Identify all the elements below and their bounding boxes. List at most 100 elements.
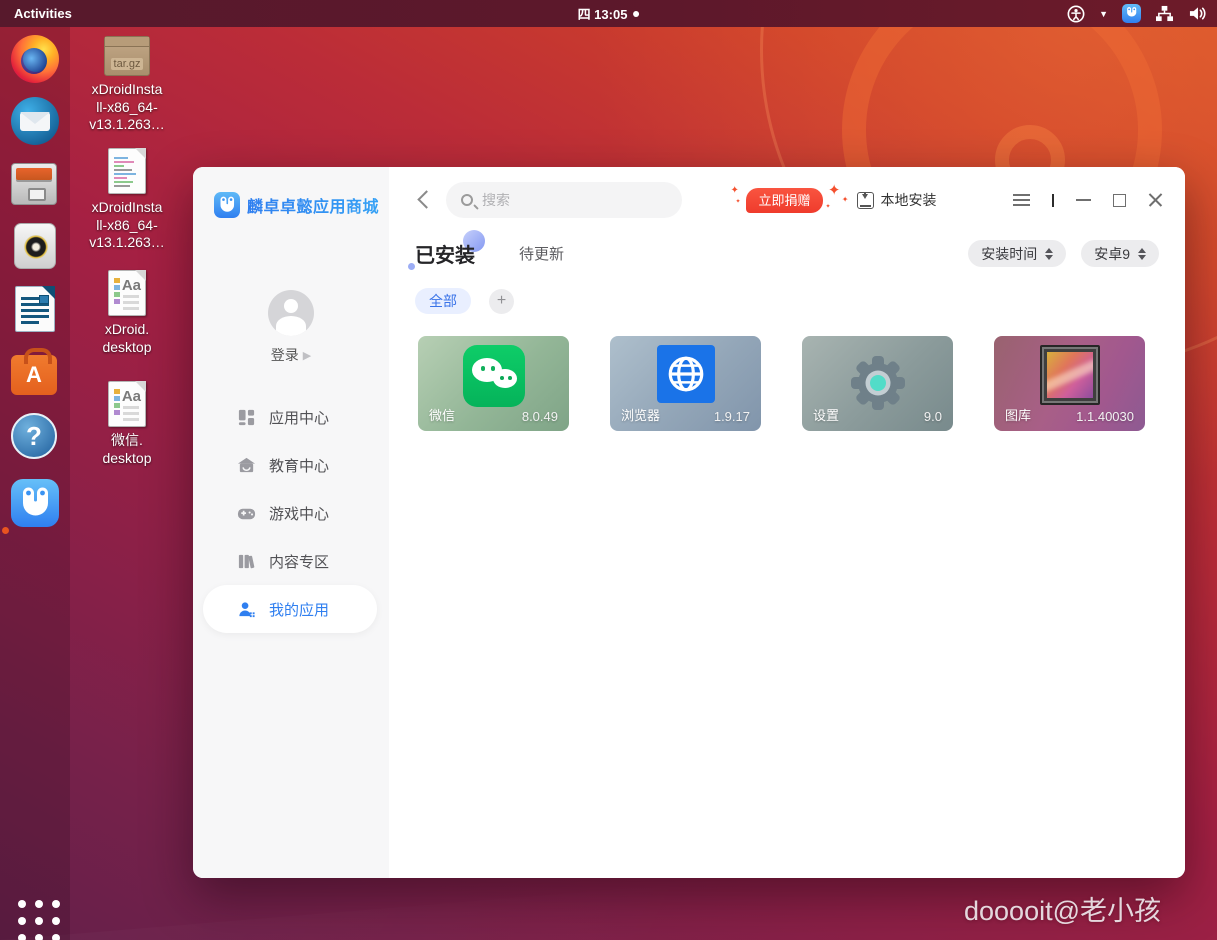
desktop-icon-targz[interactable]: tar.gz xDroidInsta ll-x86_64- v13.1.263… [72, 36, 182, 134]
desktop-icon-xdroid-desktop[interactable]: Aa xDroid. desktop [72, 270, 182, 356]
sparkle-icon: ✦ [730, 185, 739, 196]
sort-arrows-icon [1045, 247, 1054, 260]
desktop-icon-label: xDroid. desktop [102, 321, 152, 355]
app-version: 1.1.40030 [1076, 409, 1134, 424]
archive-badge: tar.gz [110, 58, 144, 70]
cursor-bar [1051, 193, 1054, 207]
dock-libreoffice-writer[interactable] [11, 286, 59, 334]
maximize-button[interactable] [1113, 193, 1126, 207]
sidebar-item-label: 应用中心 [269, 409, 330, 427]
speaker-icon [14, 223, 56, 269]
search-icon [461, 194, 473, 206]
dock-firefox[interactable] [11, 35, 59, 83]
gallery-icon [1039, 345, 1100, 405]
avatar[interactable] [268, 290, 314, 336]
sparkle-icon: ✦ [735, 199, 741, 205]
sort-dropdown[interactable]: 安装时间 [968, 240, 1067, 267]
tabs-row: 已安装 待更新 安装时间 安卓9 [389, 230, 1185, 270]
caret-down-icon[interactable]: ▼ [1099, 9, 1108, 19]
dock-thunderbird[interactable] [11, 97, 59, 145]
sidebar-nav: 应用中心 教育中心 游戏中心 内容专区 我的应用 [193, 393, 389, 633]
thunderbird-icon [11, 97, 59, 145]
desktop-icon-label: xDroidInsta ll-x86_64- v13.1.263… [89, 81, 165, 132]
firefox-icon [11, 35, 59, 83]
back-button[interactable] [415, 191, 433, 209]
show-applications-button[interactable] [18, 900, 60, 940]
main-panel: 搜索 ✦ ✦ 立即捐赠 ✦ ✦ ✦ 本地安装 已安装 待更新 安装时间 安卓9 … [389, 167, 1185, 878]
network-icon[interactable] [1155, 5, 1174, 22]
dock-file-archiver[interactable] [11, 160, 59, 208]
login-label: 登录 [270, 347, 299, 363]
clock-label: 四 13:05 [577, 7, 628, 22]
globe-browser-icon [656, 345, 715, 403]
app-card-gallery[interactable]: 图库 1.1.40030 [994, 336, 1145, 431]
activities-button[interactable]: Activities [14, 6, 72, 21]
hamburger-menu-icon[interactable] [1012, 194, 1030, 206]
sparkle-icon: ✦ [827, 182, 841, 199]
sparkle-icon: ✦ [841, 195, 849, 204]
sort-arrows-icon [1138, 247, 1146, 260]
tab-installed-label: 已安装 [415, 245, 475, 267]
app-store-tray-icon[interactable] [1122, 4, 1141, 23]
app-card-browser[interactable]: 浏览器 1.9.17 [610, 336, 761, 431]
volume-icon[interactable] [1188, 5, 1207, 22]
sidebar-item-label: 游戏中心 [269, 505, 330, 523]
dock-ubuntu-software[interactable]: A [11, 348, 59, 398]
close-button[interactable] [1148, 193, 1163, 208]
dock-rhythmbox[interactable] [11, 223, 59, 271]
gear-icon [842, 345, 914, 417]
search-placeholder: 搜索 [482, 192, 510, 208]
sidebar-item-label: 我的应用 [269, 601, 330, 619]
install-tray-icon [856, 191, 874, 209]
tab-pending-update[interactable]: 待更新 [519, 243, 564, 264]
dock-app-store[interactable] [11, 479, 59, 527]
sidebar-item-game-center[interactable]: 游戏中心 [193, 489, 389, 537]
accessibility-icon[interactable] [1067, 5, 1085, 23]
app-grid: 微信 8.0.49 浏览器 1.9.17 设置 9.0 图库 1.1.40030 [389, 314, 1185, 431]
add-category-button[interactable]: + [489, 288, 514, 314]
app-name: 设置 [813, 408, 840, 423]
minimize-button[interactable] [1076, 199, 1091, 201]
app-version: 9.0 [923, 409, 942, 424]
app-store-penguin-icon [11, 479, 59, 527]
tab-installed[interactable]: 已安装 [408, 230, 485, 270]
app-name: 浏览器 [621, 408, 661, 423]
text-file-icon [108, 148, 146, 194]
window-controls [1012, 193, 1164, 208]
document-icon [15, 286, 55, 332]
app-logo: 麟卓卓懿应用商城 [193, 167, 389, 218]
app-card-settings[interactable]: 设置 9.0 [802, 336, 953, 431]
category-all-pill[interactable]: 全部 [415, 288, 471, 314]
running-indicator-dot [2, 527, 9, 534]
desktop-icon-textfile[interactable]: xDroidInsta ll-x86_64- v13.1.263… [72, 148, 182, 252]
desktop-file-icon: Aa [108, 270, 146, 316]
category-row: 全部 + [389, 268, 1185, 314]
sidebar-item-content-zone[interactable]: 内容专区 [193, 537, 389, 585]
grid-icon [236, 407, 256, 427]
app-card-wechat[interactable]: 微信 8.0.49 [418, 336, 569, 431]
clock[interactable]: 四 13:05 [578, 4, 640, 23]
local-install-button[interactable]: 本地安装 [856, 190, 937, 210]
sidebar-item-label: 教育中心 [269, 457, 330, 475]
software-bag-icon: A [11, 348, 57, 395]
app-version: 1.9.17 [713, 409, 750, 424]
app-title: 麟卓卓懿应用商城 [247, 193, 379, 217]
sidebar-item-my-apps[interactable]: 我的应用 [203, 585, 377, 633]
sidebar-item-app-center[interactable]: 应用中心 [193, 393, 389, 441]
desktop-icon-wechat-desktop[interactable]: Aa 微信. desktop [72, 381, 182, 467]
donate-button[interactable]: 立即捐赠 [746, 188, 823, 213]
app-version: 8.0.49 [521, 409, 558, 424]
app-store-window: 麟卓卓懿应用商城 登录 ▶ 应用中心 教育中心 游戏中心 内容专区 我的应用 搜… [193, 167, 1185, 878]
local-install-label: 本地安装 [880, 192, 937, 208]
sidebar-item-education-center[interactable]: 教育中心 [193, 441, 389, 489]
android-version-dropdown[interactable]: 安卓9 [1081, 240, 1159, 267]
desktop-icon-label: 微信. desktop [102, 432, 152, 466]
user-icon [236, 599, 256, 619]
active-tab-dot [408, 263, 415, 270]
desktop-icon-label: xDroidInsta ll-x86_64- v13.1.263… [89, 199, 165, 250]
login-button[interactable]: 登录 ▶ [193, 345, 389, 365]
dock-help[interactable]: ? [11, 413, 59, 461]
file-cabinet-icon [11, 163, 57, 205]
sort-dropdown-label: 安装时间 [981, 245, 1038, 262]
search-input[interactable]: 搜索 [446, 182, 682, 218]
